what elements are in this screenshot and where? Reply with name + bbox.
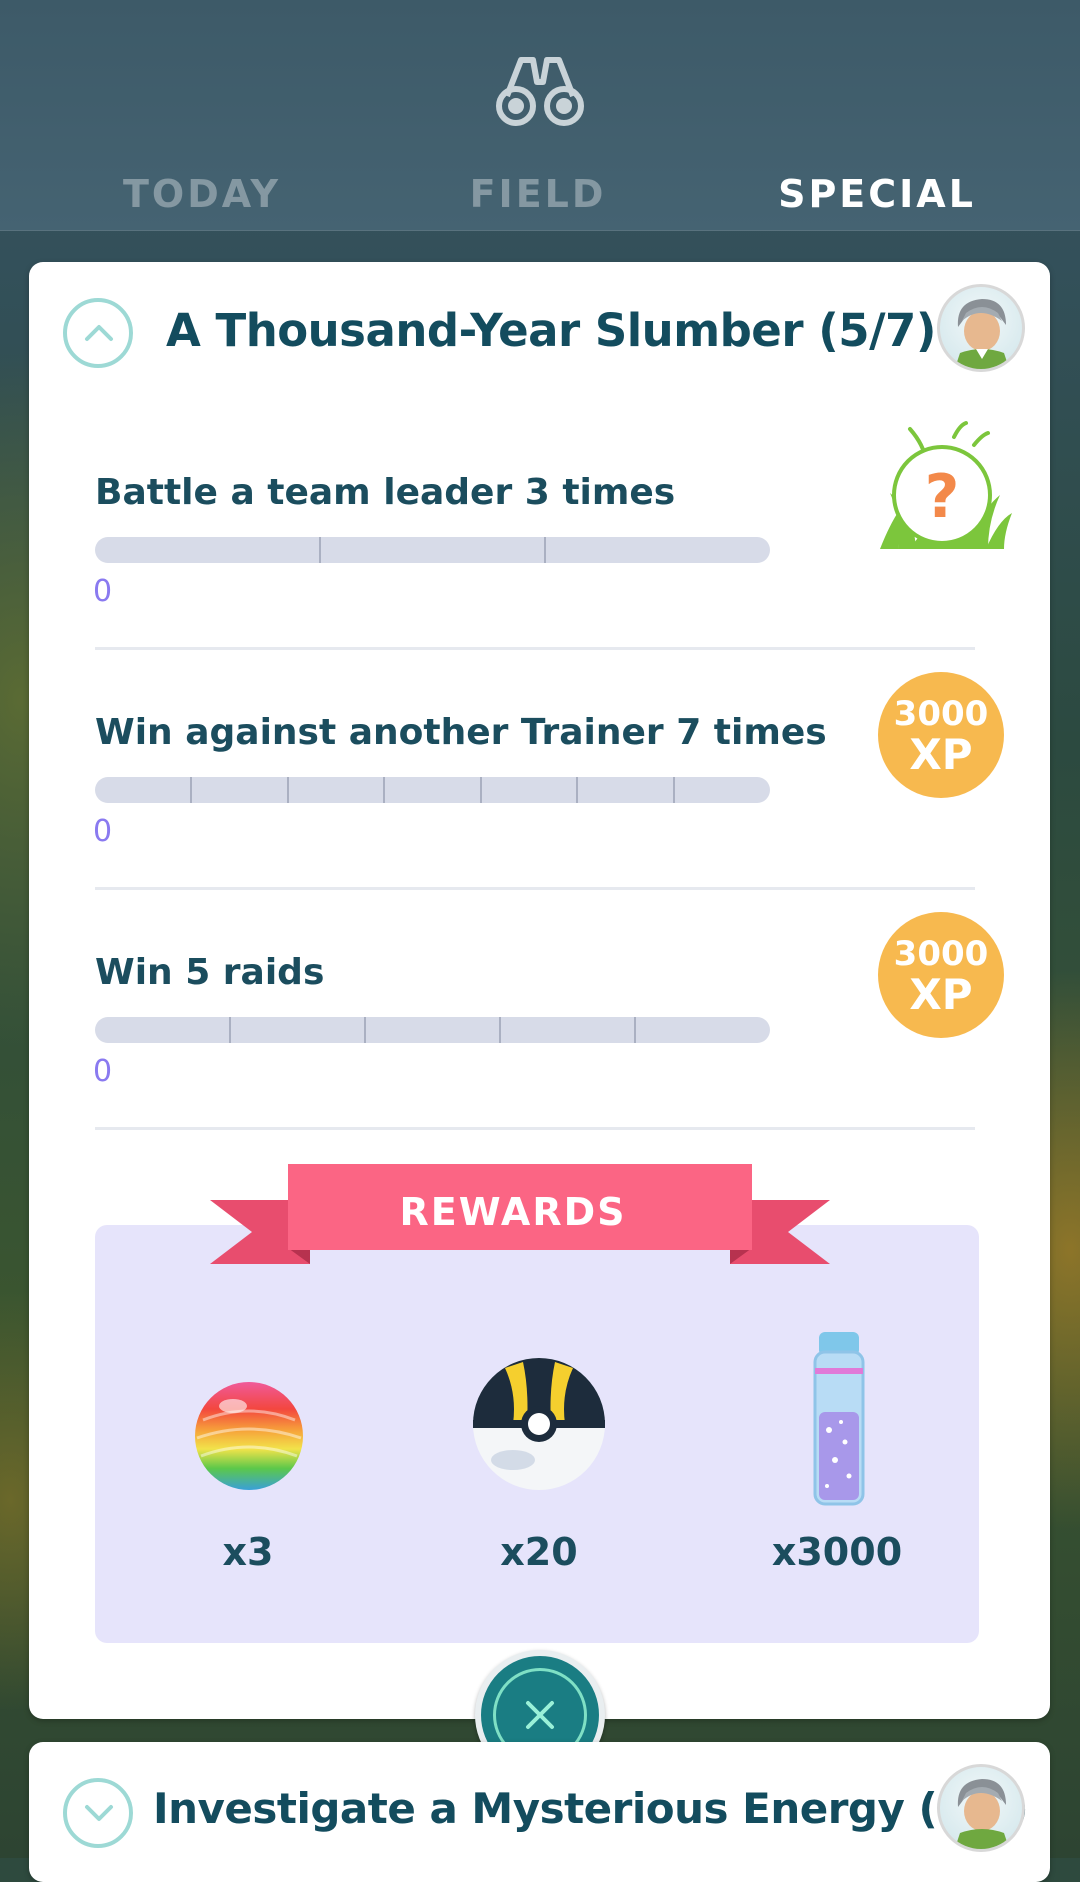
task-progress-bar: [95, 537, 770, 563]
xp-reward-amount: 3000: [893, 934, 989, 974]
reward-quantity: x3: [222, 1530, 274, 1574]
research-header: TODAY FIELD SPECIAL: [0, 0, 1080, 231]
xp-reward-badge: 3000 XP: [878, 912, 1004, 1038]
rewards-title: REWARDS: [399, 1190, 627, 1234]
collapse-chevron-button[interactable]: [63, 298, 133, 368]
progress-tick: [576, 777, 578, 803]
task-label: Win against another Trainer 7 times: [95, 712, 827, 753]
task-progress-value: 0: [93, 814, 113, 849]
task-progress-bar: [95, 777, 770, 803]
research-title: Investigate a Mysterious Energy (2/6): [153, 1784, 1029, 1833]
reward-item: [809, 1330, 869, 1510]
professor-willow-icon: [954, 1779, 1010, 1849]
task-divider: [95, 1127, 975, 1130]
binoculars-icon: [496, 57, 584, 126]
professor-avatar: [937, 284, 1025, 372]
tab-special[interactable]: SPECIAL: [752, 172, 1002, 216]
task-divider: [95, 647, 975, 650]
reward-item: [189, 1372, 309, 1492]
tab-today[interactable]: TODAY: [77, 172, 327, 216]
progress-tick: [319, 537, 321, 563]
progress-tick: [480, 777, 482, 803]
expand-chevron-button[interactable]: [63, 1778, 133, 1848]
progress-tick: [544, 537, 546, 563]
task-progress-value: 0: [93, 1054, 113, 1089]
research-task: Win against another Trainer 7 times 0 30…: [93, 672, 1004, 952]
professor-avatar: [937, 1764, 1025, 1852]
xp-reward-unit: XP: [909, 730, 973, 779]
mystery-encounter-icon: ?: [880, 421, 1012, 549]
reward-quantity: x20: [500, 1530, 578, 1574]
chevron-down-icon: [85, 1805, 113, 1821]
progress-tick: [634, 1017, 636, 1043]
task-label: Win 5 raids: [95, 952, 325, 993]
xp-reward-amount: 3000: [893, 694, 989, 734]
task-progress-bar: [95, 1017, 770, 1043]
reward-item: [469, 1354, 609, 1494]
progress-tick: [229, 1017, 231, 1043]
progress-tick: [364, 1017, 366, 1043]
rare-candy-icon: [195, 1382, 303, 1490]
progress-tick: [383, 777, 385, 803]
professor-willow-icon: [954, 299, 1010, 369]
special-research-card-collapsed[interactable]: Investigate a Mysterious Energy (2/6): [29, 1742, 1050, 1882]
xp-reward-unit: XP: [909, 970, 973, 1019]
special-research-card: A Thousand-Year Slumber (5/7) Battle a t…: [29, 262, 1050, 1719]
ultra-ball-icon: [473, 1358, 605, 1490]
task-progress-value: 0: [93, 574, 113, 609]
stardust-icon: [813, 1332, 865, 1506]
task-label: Battle a team leader 3 times: [95, 472, 676, 513]
xp-reward-badge: 3000 XP: [878, 672, 1004, 798]
tab-field[interactable]: FIELD: [413, 172, 663, 216]
research-title: A Thousand-Year Slumber (5/7): [166, 304, 936, 357]
reward-quantity: x3000: [771, 1530, 903, 1574]
progress-tick: [287, 777, 289, 803]
chevron-up-icon: [85, 325, 113, 341]
research-task: Battle a team leader 3 times 0 ?: [93, 421, 1012, 712]
task-divider: [95, 887, 975, 890]
progress-tick: [673, 777, 675, 803]
progress-tick: [499, 1017, 501, 1043]
progress-tick: [190, 777, 192, 803]
svg-text:?: ?: [925, 462, 960, 532]
research-task: Win 5 raids 0 3000 XP: [93, 912, 1004, 1192]
close-icon: [526, 1701, 554, 1729]
